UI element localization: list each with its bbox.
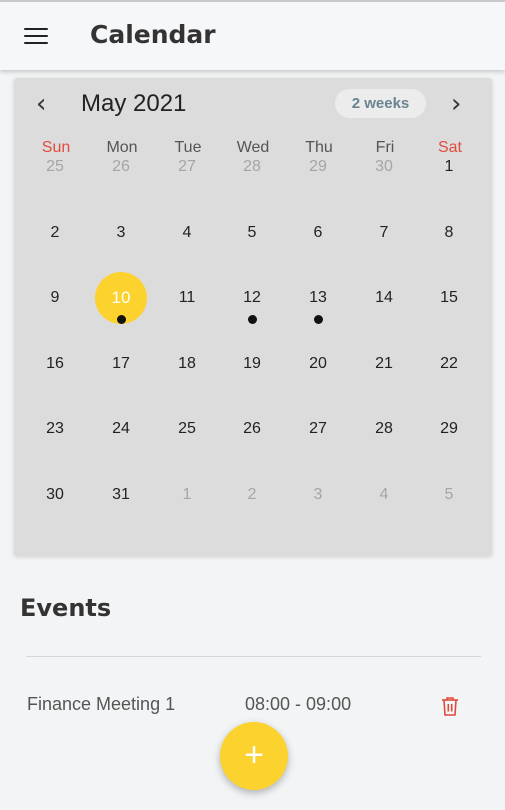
calendar-day[interactable]: 22 (423, 338, 475, 390)
month-title: May 2021 (81, 90, 187, 117)
calendar-day[interactable]: 6 (292, 207, 344, 259)
calendar-day-outside[interactable]: 27 (161, 141, 213, 193)
calendar-day[interactable]: 25 (161, 403, 213, 455)
events-title: Events (20, 594, 112, 622)
calendar-day[interactable]: 29 (423, 403, 475, 455)
calendar-day[interactable]: 3 (95, 207, 147, 259)
event-name: Finance Meeting 1 (27, 694, 176, 714)
calendar-day[interactable]: 21 (358, 338, 410, 390)
event-marker (314, 315, 323, 324)
calendar-day[interactable]: 26 (226, 403, 278, 455)
calendar-day[interactable]: 2 (29, 207, 81, 259)
calendar-day-outside[interactable]: 30 (358, 141, 410, 193)
calendar-day-outside[interactable]: 29 (292, 141, 344, 193)
app-title: Calendar (90, 20, 216, 49)
calendar-day[interactable]: 9 (29, 272, 81, 324)
calendar-day[interactable]: 17 (95, 338, 147, 390)
calendar-day[interactable]: 1 (423, 141, 475, 193)
calendar-day-outside[interactable]: 28 (226, 141, 278, 193)
calendar-day[interactable]: 18 (161, 338, 213, 390)
calendar: ‹ May 2021 2 weeks › Sun Mon Tue Wed Thu Fri S… (14, 78, 492, 556)
add-event-button[interactable]: + (220, 722, 288, 790)
chevron-left-icon[interactable]: ‹ (36, 91, 46, 117)
event-marker (248, 315, 257, 324)
calendar-day[interactable]: 16 (29, 338, 81, 390)
calendar-day[interactable]: 28 (358, 403, 410, 455)
calendar-day[interactable]: 5 (226, 207, 278, 259)
calendar-day[interactable]: 27 (292, 403, 344, 455)
calendar-day-outside[interactable]: 5 (423, 469, 475, 521)
calendar-day[interactable]: 14 (358, 272, 410, 324)
calendar-day[interactable]: 24 (95, 403, 147, 455)
calendar-day[interactable]: 15 (423, 272, 475, 324)
format-toggle-button[interactable]: 2 weeks (335, 89, 426, 118)
calendar-day[interactable]: 4 (161, 207, 213, 259)
trash-icon[interactable] (441, 696, 459, 716)
calendar-day[interactable]: 30 (29, 469, 81, 521)
calendar-day-outside[interactable]: 25 (29, 141, 81, 193)
calendar-day[interactable]: 7 (358, 207, 410, 259)
calendar-day[interactable]: 23 (29, 403, 81, 455)
app-bar: Calendar (0, 0, 505, 70)
calendar-day-outside[interactable]: 3 (292, 469, 344, 521)
calendar-day[interactable]: 8 (423, 207, 475, 259)
calendar-day[interactable]: 19 (226, 338, 278, 390)
calendar-day[interactable]: 31 (95, 469, 147, 521)
calendar-day-outside[interactable]: 4 (358, 469, 410, 521)
calendar-day-outside[interactable]: 26 (95, 141, 147, 193)
event-marker (117, 315, 126, 324)
hamburger-icon[interactable] (24, 28, 48, 46)
calendar-day-outside[interactable]: 1 (161, 469, 213, 521)
chevron-right-icon[interactable]: › (451, 91, 461, 117)
calendar-day-outside[interactable]: 2 (226, 469, 278, 521)
calendar-day[interactable]: 11 (161, 272, 213, 324)
event-time: 08:00 - 09:00 (245, 694, 352, 714)
calendar-day[interactable]: 20 (292, 338, 344, 390)
divider (26, 656, 481, 657)
